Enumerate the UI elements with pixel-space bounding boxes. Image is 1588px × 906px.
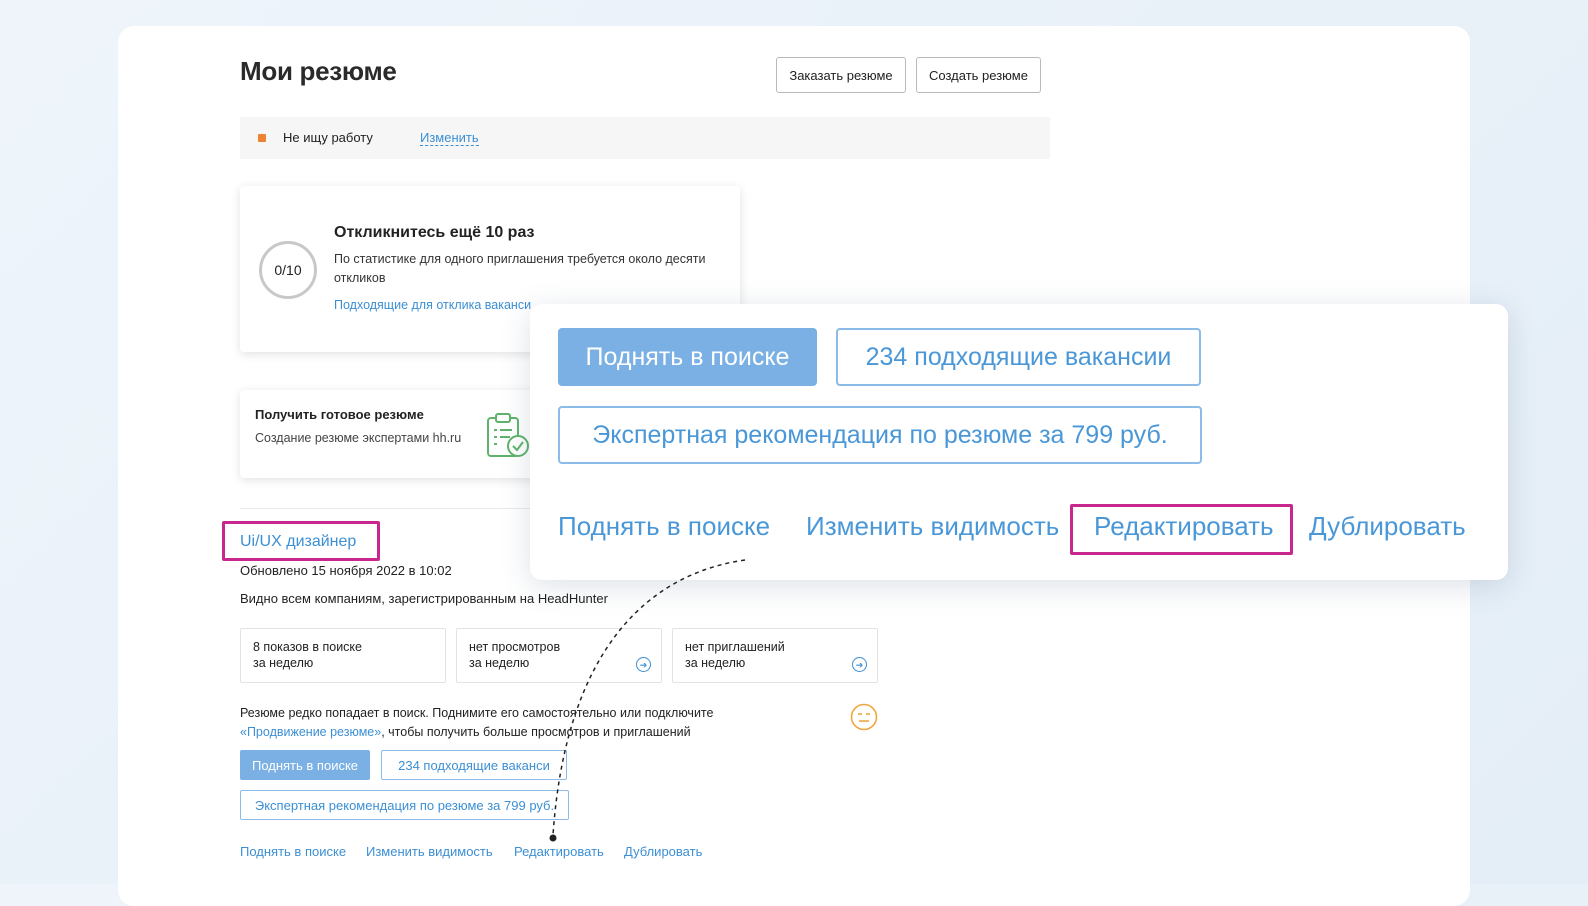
- status-dot-icon: [258, 134, 266, 142]
- zoom-vacancies-button[interactable]: 234 подходящие вакансии: [836, 328, 1201, 386]
- neutral-face-icon: [850, 703, 878, 736]
- change-status-link[interactable]: Изменить: [420, 130, 479, 146]
- promotion-link[interactable]: «Продвижение резюме»: [240, 725, 381, 739]
- page-title: Мои резюме: [240, 56, 397, 86]
- arrow-right-icon[interactable]: ➔: [636, 657, 651, 672]
- stat-period: за неделю: [253, 656, 314, 670]
- expert-recommendation-button[interactable]: Экспертная рекомендация по резюме за 799…: [240, 790, 569, 820]
- resume-title-link[interactable]: Ui/UX дизайнер: [240, 533, 356, 551]
- zoom-edit-link[interactable]: Редактировать: [1094, 511, 1274, 542]
- raise-link[interactable]: Поднять в поиске: [240, 844, 346, 859]
- stat-search-shows: 8 показов в поиске за неделю: [240, 628, 446, 683]
- resume-updated: Обновлено 15 ноября 2022 в 10:02: [240, 563, 452, 578]
- clipboard-check-icon: [486, 412, 532, 465]
- stat-period: за неделю: [469, 656, 530, 670]
- stat-label: 8 показов в поиске: [253, 640, 362, 654]
- edit-link[interactable]: Редактировать: [514, 844, 604, 859]
- create-resume-button[interactable]: Создать резюме: [916, 57, 1041, 93]
- order-resume-button[interactable]: Заказать резюме: [776, 57, 906, 93]
- progress-ring: 0/10: [259, 241, 317, 299]
- stat-period: за неделю: [685, 656, 746, 670]
- zoom-duplicate-link[interactable]: Дублировать: [1309, 511, 1466, 542]
- promotion-advice: Резюме редко попадает в поиск. Поднимите…: [240, 704, 760, 742]
- duplicate-link[interactable]: Дублировать: [624, 844, 702, 859]
- responses-card-title: Откликнитесь ещё 10 раз: [334, 224, 535, 241]
- suitable-vacancies-link[interactable]: Подходящие для отклика ваканси: [334, 298, 531, 312]
- zoom-raise-link[interactable]: Поднять в поиске: [558, 511, 770, 542]
- ready-resume-text: Создание резюме экспертами hh.ru: [255, 431, 462, 445]
- advice-text: Резюме редко попадает в поиск. Поднимите…: [240, 706, 714, 720]
- stat-views[interactable]: нет просмотров за неделю ➔: [456, 628, 662, 683]
- stat-invitations[interactable]: нет приглашений за неделю ➔: [672, 628, 878, 683]
- zoom-visibility-link[interactable]: Изменить видимость: [806, 511, 1059, 542]
- responses-card-text: По статистике для одного приглашения тре…: [334, 252, 706, 285]
- ready-resume-title: Получить готовое резюме: [255, 407, 424, 422]
- advice-text-end: , чтобы получить больше просмотров и при…: [381, 725, 691, 739]
- zoom-raise-button[interactable]: Поднять в поиске: [558, 328, 817, 386]
- section-divider: [240, 508, 540, 509]
- suitable-vacancies-button[interactable]: 234 подходящие ваканси: [381, 750, 567, 780]
- stat-label: нет приглашений: [685, 640, 785, 654]
- zoom-expert-button[interactable]: Экспертная рекомендация по резюме за 799…: [558, 406, 1202, 464]
- arrow-right-icon[interactable]: ➔: [852, 657, 867, 672]
- raise-in-search-button[interactable]: Поднять в поиске: [240, 750, 370, 780]
- change-visibility-link[interactable]: Изменить видимость: [366, 844, 493, 859]
- zoom-callout-panel: Поднять в поиске 234 подходящие вакансии…: [530, 304, 1508, 580]
- resume-visibility: Видно всем компаниям, зарегистрированным…: [240, 591, 608, 606]
- job-status-text: Не ищу работу: [283, 130, 373, 145]
- stat-label: нет просмотров: [469, 640, 561, 654]
